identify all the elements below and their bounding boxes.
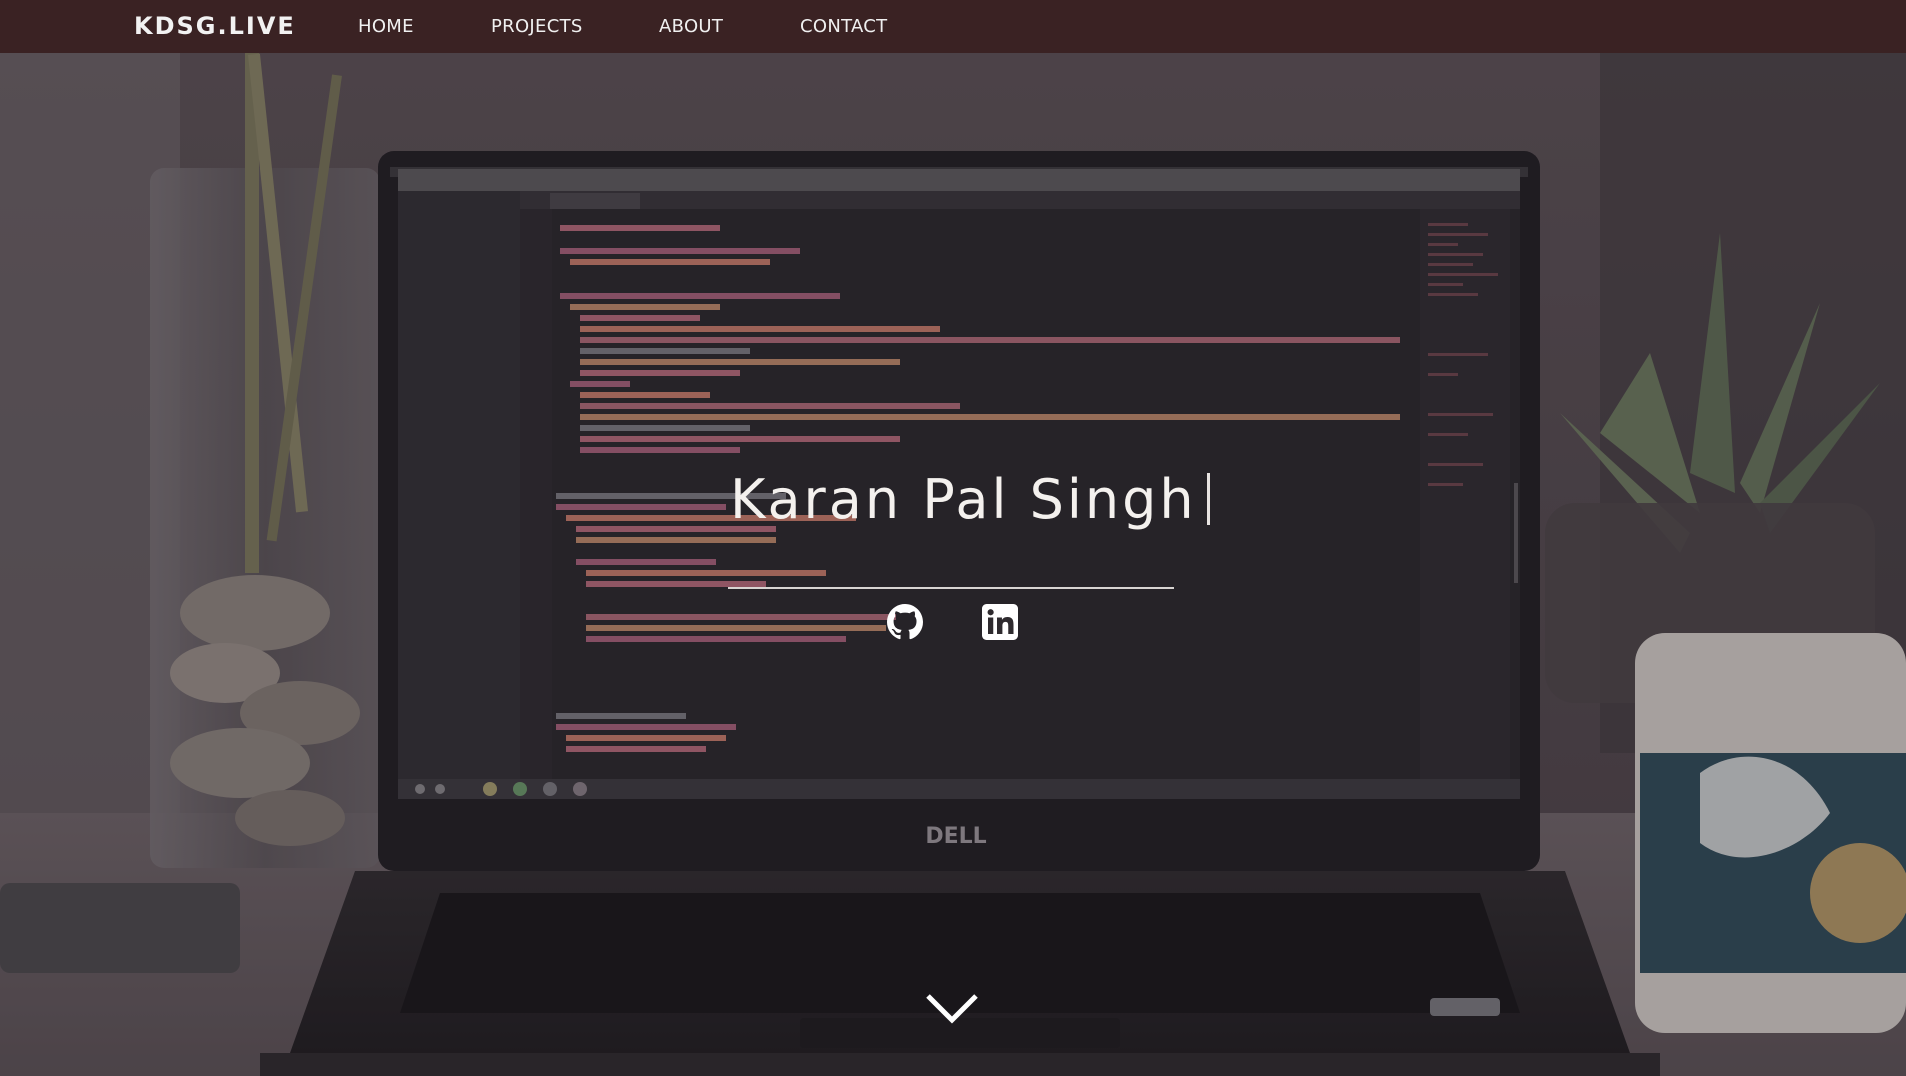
- hero-name-text: Karan Pal Singh: [730, 468, 1197, 531]
- linkedin-link[interactable]: [982, 604, 1022, 644]
- linkedin-icon: [982, 604, 1018, 640]
- hero-section: DELL: [0, 53, 1906, 1076]
- chevron-down-icon: [926, 994, 978, 1024]
- github-icon: [887, 604, 923, 640]
- scroll-down-button[interactable]: [924, 988, 980, 1028]
- typing-cursor: [1206, 473, 1210, 526]
- nav-link-projects[interactable]: PROJECTS: [491, 0, 583, 53]
- navbar: KDSG.LIVE HOME PROJECTS ABOUT CONTACT: [0, 0, 1906, 53]
- nav-link-home[interactable]: HOME: [358, 0, 414, 53]
- brand-logo[interactable]: KDSG.LIVE: [134, 0, 296, 53]
- hero-name-underline: [728, 587, 1174, 589]
- hero-dark-overlay: [0, 53, 1906, 1076]
- nav-link-contact[interactable]: CONTACT: [800, 0, 887, 53]
- nav-link-about[interactable]: ABOUT: [659, 0, 723, 53]
- hero-name: Karan Pal Singh: [730, 462, 1210, 538]
- github-link[interactable]: [887, 604, 927, 644]
